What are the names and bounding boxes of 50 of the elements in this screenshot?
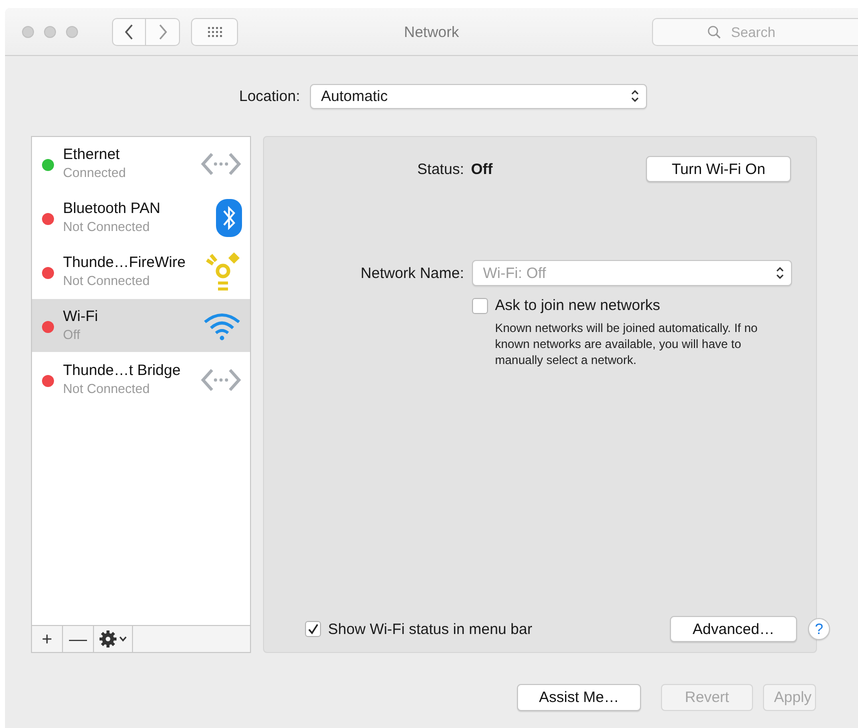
service-name: Ethernet (63, 146, 121, 164)
window-control-icon[interactable] (44, 26, 56, 38)
window-control-icon[interactable] (22, 26, 34, 38)
service-status: Connected (63, 164, 127, 181)
service-status: Not Connected (63, 380, 151, 397)
service-status: Off (63, 326, 82, 343)
checkbox[interactable] (472, 298, 488, 314)
search-icon (707, 24, 721, 38)
search-field[interactable]: Search (652, 18, 858, 46)
service-item[interactable]: Bluetooth PAN Not Connected (32, 191, 250, 245)
window-control-icon[interactable] (66, 26, 78, 38)
turn-on-button[interactable]: Turn Wi-Fi On (646, 156, 791, 182)
service-name: Wi-Fi (63, 308, 99, 326)
window-title: Network (404, 24, 460, 41)
grid-icon (208, 26, 222, 36)
dialog-button[interactable]: Assist Me… (517, 684, 641, 711)
checkbox[interactable] (305, 621, 321, 637)
network-name-label: Network Name: (360, 264, 464, 282)
wifi-icon (202, 310, 242, 340)
show-all-button[interactable] (191, 18, 238, 46)
help-text: Known networks will be joined automatically. If no known networks are available, you will have to manually select a network. (495, 320, 759, 368)
remove-button[interactable]: — (63, 626, 94, 652)
location-popup[interactable]: Automatic (310, 84, 647, 108)
status-value: Off (471, 160, 493, 178)
firewire-icon (204, 252, 242, 292)
location-label: Location: (238, 88, 300, 104)
service-item[interactable]: Thunde…t Bridge Not Connected (32, 353, 250, 407)
service-item[interactable]: Ethernet Connected (32, 137, 250, 191)
checkbox-label: Ask to join new networks (495, 297, 660, 314)
checkbox-label: Show Wi-Fi status in menu bar (328, 620, 532, 638)
chevron-right-icon (158, 24, 168, 40)
angle-brackets-icon (200, 366, 242, 392)
angle-brackets-icon (200, 150, 242, 176)
back-button[interactable] (112, 18, 146, 46)
service-status: Not Connected (63, 272, 151, 289)
gear-icon (99, 630, 117, 648)
chevron-down-icon (119, 636, 127, 642)
service-name: Bluetooth PAN (63, 200, 162, 218)
up-down-arrows-icon (775, 266, 785, 280)
add-button[interactable]: + (32, 626, 63, 652)
chevron-left-icon (124, 24, 134, 40)
service-name: Thunde…FireWire (63, 254, 187, 272)
service-item[interactable]: Wi-Fi Off (32, 299, 250, 353)
service-name: Thunde…t Bridge (63, 362, 182, 380)
bluetooth-icon (216, 198, 242, 236)
service-status: Not Connected (63, 218, 151, 235)
status-label: Status: (416, 160, 464, 178)
help-button[interactable]: ? (808, 618, 830, 640)
advanced-button[interactable]: Advanced… (670, 616, 797, 642)
up-down-arrows-icon (630, 89, 640, 103)
